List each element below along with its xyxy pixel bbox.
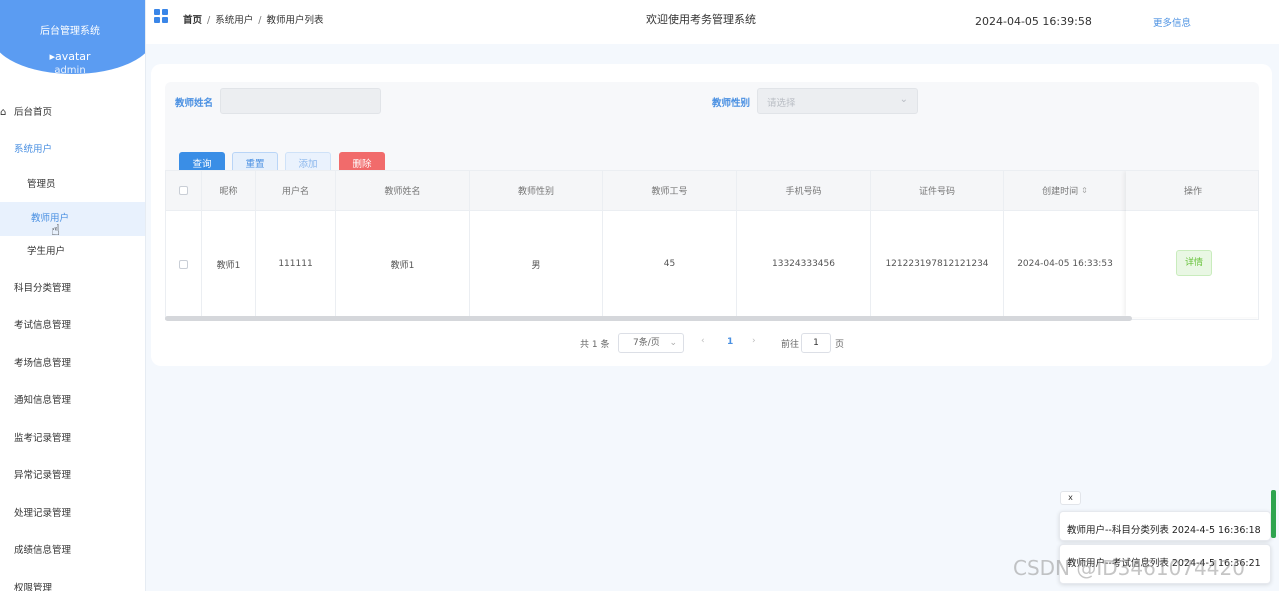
sidebar-item-label: 异常记录管理 bbox=[14, 470, 72, 481]
column-header: 教师工号 bbox=[603, 171, 737, 210]
sidebar-item-exam-room[interactable]: 考场信息管理 bbox=[0, 347, 145, 381]
sidebar-item-label: 后台首页 bbox=[14, 107, 53, 118]
avatar-alt-text: avatar bbox=[54, 50, 91, 63]
column-header: 手机号码 bbox=[737, 171, 871, 210]
row-checkbox-cell bbox=[166, 211, 202, 317]
sidebar-item-admin[interactable]: 管理员 bbox=[0, 168, 145, 202]
page-size-select[interactable]: 7条/页 ⌄ bbox=[618, 333, 684, 353]
detail-button[interactable]: 详情 bbox=[1176, 250, 1212, 276]
next-page-icon[interactable]: › bbox=[752, 336, 756, 346]
home-icon: ⌂ bbox=[0, 107, 7, 118]
column-header-actions: 操作 bbox=[1126, 171, 1258, 211]
sidebar-item-student-users[interactable]: 学生用户 bbox=[0, 235, 145, 269]
menu-grid-icon[interactable] bbox=[154, 9, 168, 23]
top-bar: 首页 / 系统用户 / 教师用户列表 欢迎使用考务管理系统 2024-04-05 16:… bbox=[146, 0, 1279, 44]
sidebar-item-label: 通知信息管理 bbox=[14, 395, 72, 406]
column-header: 教师性别 bbox=[470, 171, 603, 210]
sidebar-item-label: 学生用户 bbox=[27, 246, 66, 257]
select-all-checkbox-cell bbox=[166, 171, 202, 210]
close-notifications-button[interactable]: x bbox=[1060, 491, 1081, 505]
select-placeholder: 请选择 bbox=[767, 98, 796, 109]
cell-staff-no: 45 bbox=[603, 211, 737, 317]
main-panel: 教师姓名 教师性别 请选择 ⌄ 查询 重置 添加 删除 昵称 用户名 教师姓名 … bbox=[151, 64, 1272, 366]
sidebar-item-home[interactable]: ⌂ 后台首页 bbox=[0, 96, 145, 130]
select-all-checkbox[interactable] bbox=[179, 186, 188, 195]
page-suffix: 页 bbox=[835, 340, 845, 350]
row-checkbox[interactable] bbox=[179, 259, 188, 269]
teacher-name-label: 教师姓名 bbox=[175, 98, 214, 109]
sidebar-item-label: 教师用户 bbox=[31, 213, 70, 224]
pagination: 共 1 条 7条/页 ⌄ ‹ 1 › 前往 1 页 bbox=[151, 333, 1272, 354]
teacher-table: 昵称 用户名 教师姓名 教师性别 教师工号 手机号码 证件号码 创建时间 ⇕ 教师… bbox=[165, 170, 1259, 320]
avatar[interactable]: ▸avatar bbox=[0, 50, 140, 63]
sidebar-item-label: 科目分类管理 bbox=[14, 283, 72, 294]
teacher-gender-label: 教师性别 bbox=[712, 98, 751, 109]
fixed-action-column: 操作 详情 bbox=[1126, 171, 1258, 317]
chevron-down-icon: ⌄ bbox=[669, 338, 677, 348]
sidebar-item-invigilation[interactable]: 监考记录管理 bbox=[0, 422, 145, 456]
column-header: 证件号码 bbox=[871, 171, 1004, 210]
goto-page-input[interactable]: 1 bbox=[801, 333, 831, 353]
hand-cursor-icon: ☝ bbox=[51, 221, 61, 239]
goto-label: 前往 bbox=[781, 340, 800, 350]
cell-nickname: 教师1 bbox=[202, 211, 256, 317]
cell-teacher-name: 教师1 bbox=[336, 211, 470, 317]
cell-id-number: 121223197812121234 bbox=[871, 211, 1004, 317]
column-header: 昵称 bbox=[202, 171, 256, 210]
column-header-sortable[interactable]: 创建时间 ⇕ bbox=[1004, 171, 1127, 210]
breadcrumb-system-users[interactable]: 系统用户 bbox=[215, 15, 253, 26]
watermark: CSDN @ID3461074420 bbox=[1013, 556, 1245, 580]
sort-icon[interactable]: ⇕ bbox=[1081, 186, 1088, 195]
cell-created-time: 2024-04-05 16:33:53 bbox=[1004, 211, 1127, 317]
teacher-gender-select[interactable]: 请选择 ⌄ bbox=[757, 88, 918, 114]
sidebar-item-label: 系统用户 bbox=[14, 144, 53, 155]
breadcrumb: 首页 / 系统用户 / 教师用户列表 bbox=[183, 15, 324, 26]
sidebar-item-label: 考试信息管理 bbox=[14, 320, 72, 331]
teacher-name-input[interactable] bbox=[220, 88, 381, 114]
breadcrumb-home[interactable]: 首页 bbox=[183, 15, 202, 26]
sidebar-item-label: 管理员 bbox=[27, 179, 56, 190]
sidebar-item-notice[interactable]: 通知信息管理 bbox=[0, 384, 145, 418]
sidebar-item-exam-info[interactable]: 考试信息管理 bbox=[0, 309, 145, 343]
sidebar-item-handling[interactable]: 处理记录管理 bbox=[0, 497, 145, 531]
notification-item[interactable]: 教师用户--科目分类列表 2024-4-5 16:36:18 bbox=[1059, 511, 1271, 541]
welcome-text: 欢迎使用考务管理系统 bbox=[646, 13, 756, 26]
pagination-total: 共 1 条 bbox=[580, 340, 610, 350]
page-number-current[interactable]: 1 bbox=[727, 337, 733, 347]
sidebar-item-system-users[interactable]: 系统用户 bbox=[0, 133, 145, 167]
chevron-down-icon: ⌄ bbox=[899, 94, 908, 105]
column-header: 教师姓名 bbox=[336, 171, 470, 210]
cell-phone: 13324333456 bbox=[737, 211, 871, 317]
sidebar-item-label: 处理记录管理 bbox=[14, 508, 72, 519]
column-header: 用户名 bbox=[256, 171, 336, 210]
prev-page-icon[interactable]: ‹ bbox=[701, 336, 705, 346]
username: admin bbox=[54, 65, 86, 76]
sidebar-item-label: 监考记录管理 bbox=[14, 433, 72, 444]
sidebar: 后台管理系统 ▸avatar admin ⌂ 后台首页 系统用户 管理员 教师用户… bbox=[0, 0, 146, 591]
sidebar-item-teacher-users[interactable]: 教师用户 bbox=[0, 202, 145, 236]
sidebar-item-permissions[interactable]: 权限管理 bbox=[0, 572, 145, 591]
sidebar-item-label: 考场信息管理 bbox=[14, 358, 72, 369]
cell-username: 111111 bbox=[256, 211, 336, 317]
horizontal-scrollbar[interactable] bbox=[165, 316, 1132, 321]
notification-scrollbar[interactable] bbox=[1271, 490, 1276, 538]
sidebar-item-label: 成绩信息管理 bbox=[14, 545, 72, 556]
table-header: 昵称 用户名 教师姓名 教师性别 教师工号 手机号码 证件号码 创建时间 ⇕ bbox=[166, 171, 1258, 211]
sidebar-item-exception[interactable]: 异常记录管理 bbox=[0, 459, 145, 493]
app-title: 后台管理系统 bbox=[40, 26, 100, 37]
cell-gender: 男 bbox=[470, 211, 603, 317]
sidebar-item-subject-category[interactable]: 科目分类管理 bbox=[0, 272, 145, 306]
more-info-link[interactable]: 更多信息 bbox=[1153, 15, 1191, 29]
breadcrumb-current: 教师用户列表 bbox=[266, 15, 324, 26]
table-row: 教师1 111111 教师1 男 45 13324333456 12122319… bbox=[166, 211, 1258, 317]
current-datetime: 2024-04-05 16:39:58 bbox=[975, 15, 1092, 28]
sidebar-item-label: 权限管理 bbox=[14, 583, 53, 591]
sidebar-item-scores[interactable]: 成绩信息管理 bbox=[0, 534, 145, 568]
